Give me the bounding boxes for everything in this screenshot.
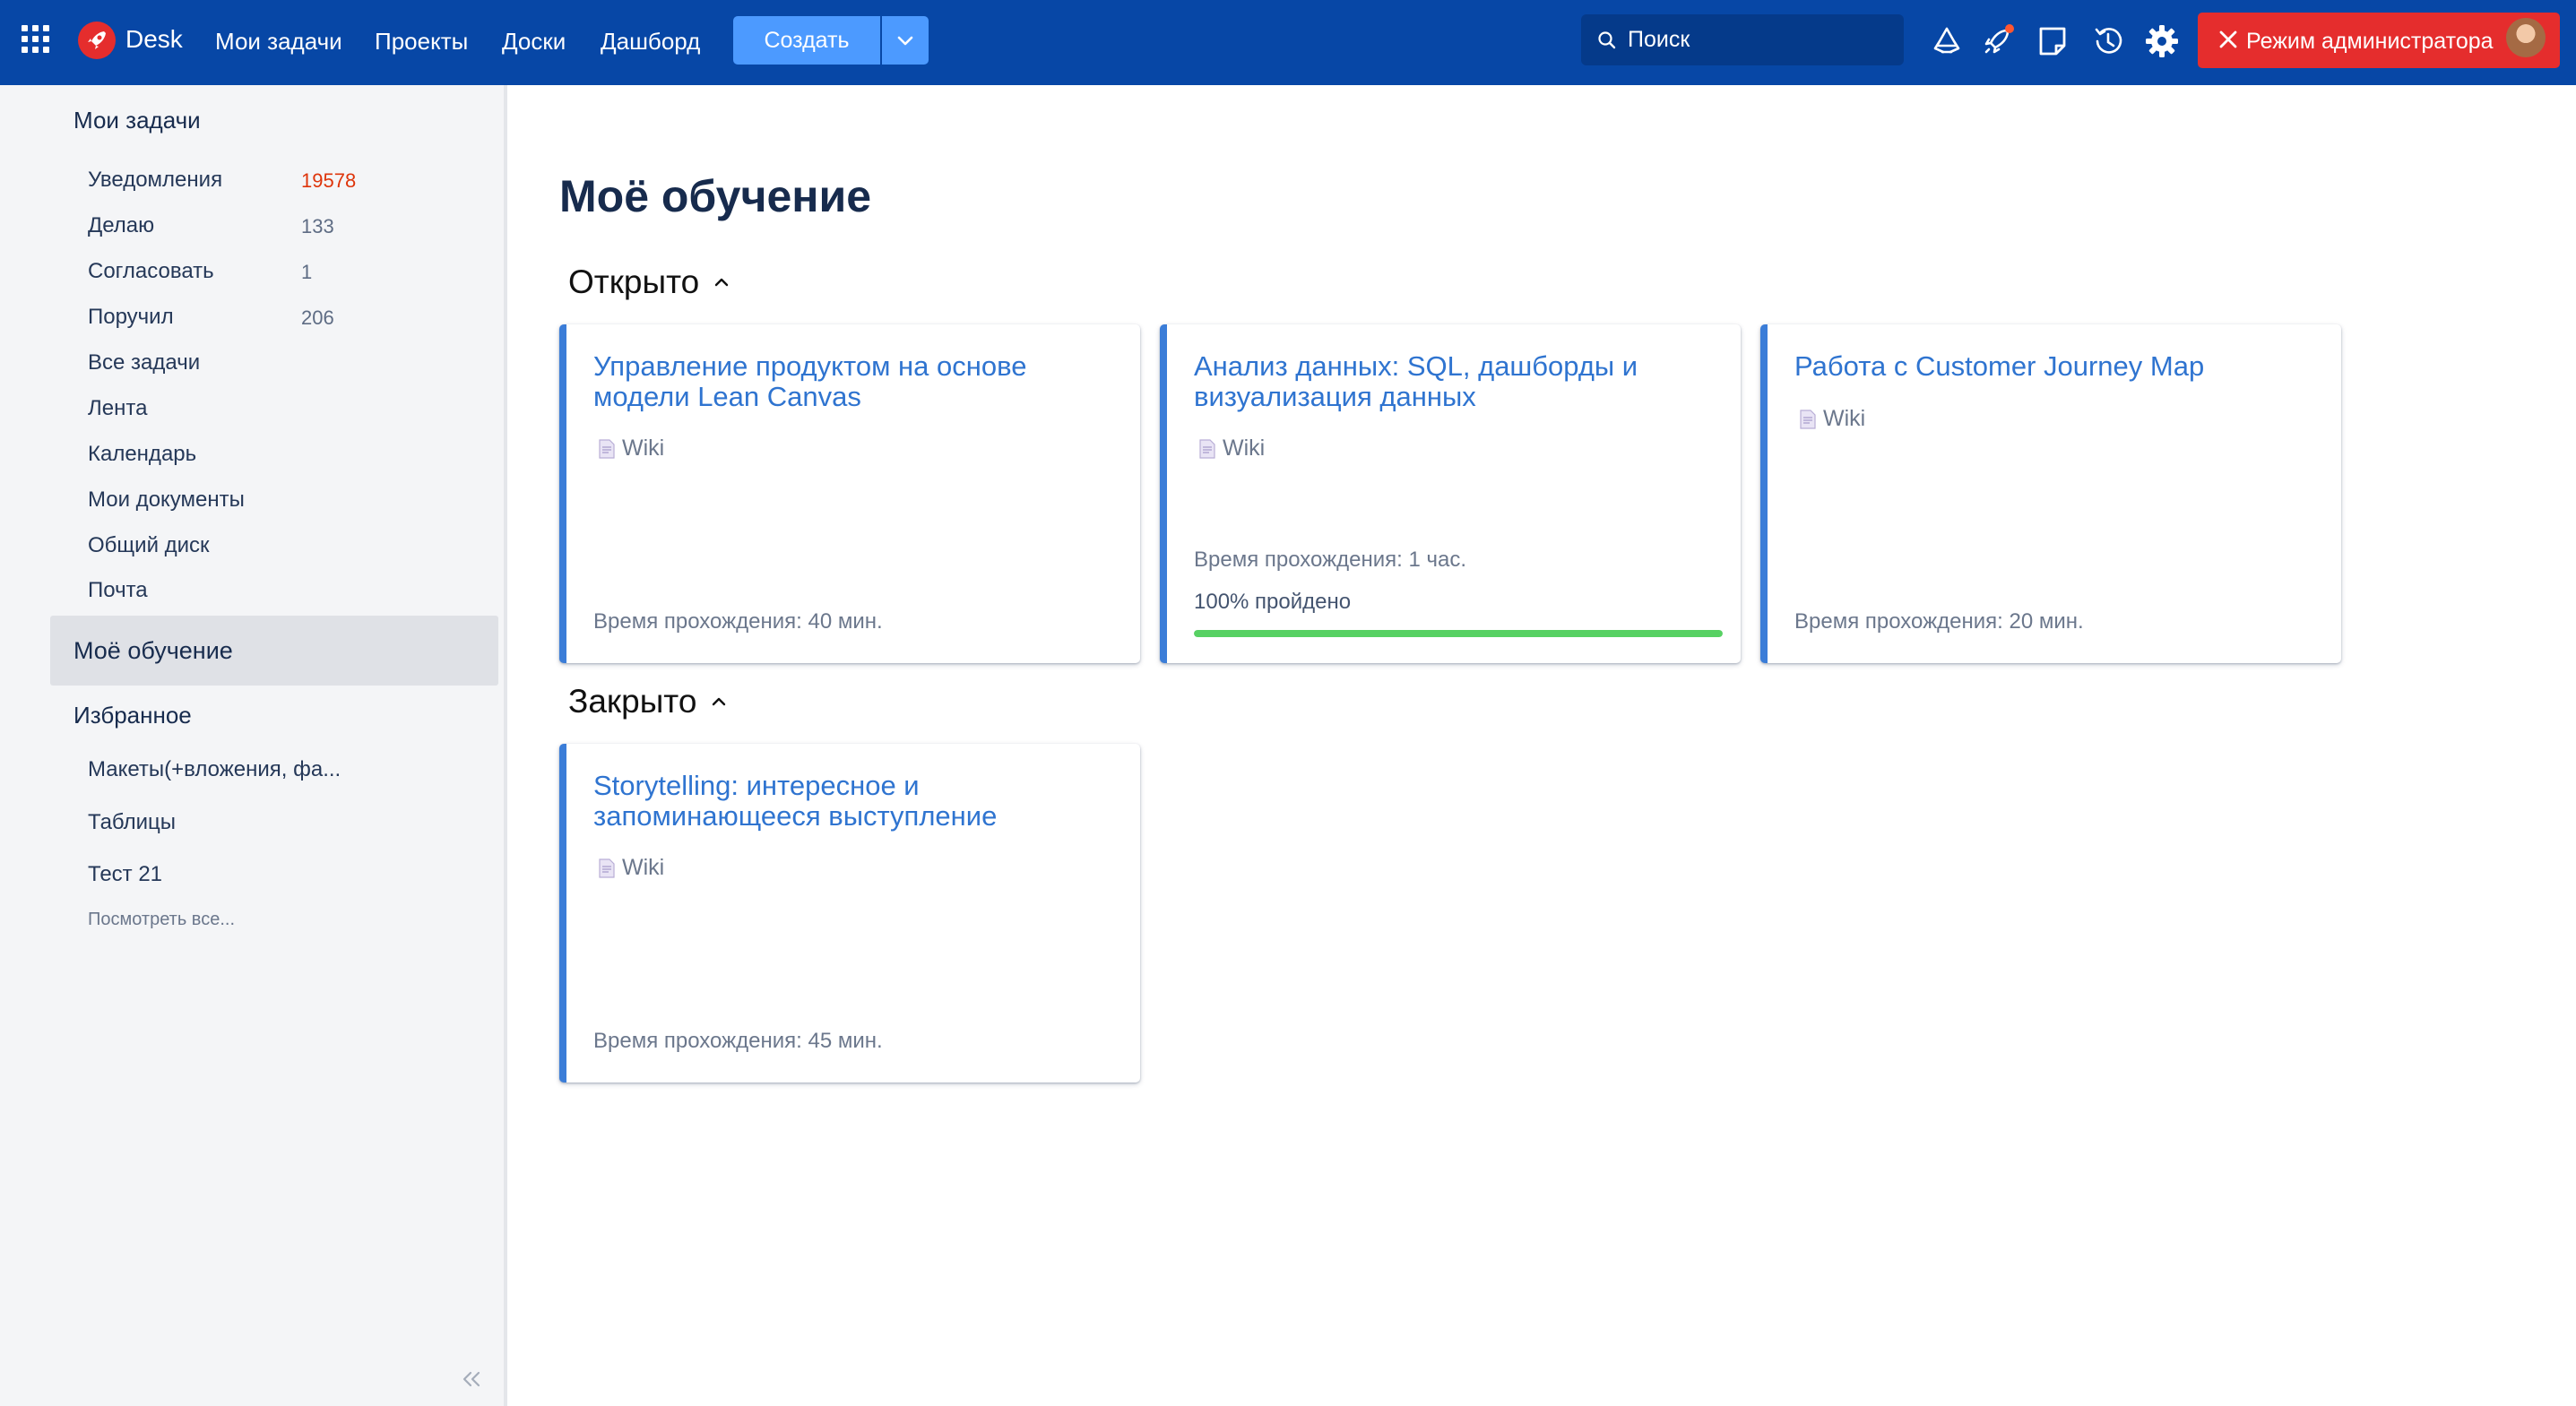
course-progress-fill — [1194, 630, 1723, 637]
course-duration: Время прохождения: 45 мин. — [593, 1029, 883, 1053]
sidebar-favorite-tables[interactable]: Таблицы — [88, 810, 176, 835]
search-box[interactable] — [1581, 14, 1904, 65]
gear-icon[interactable] — [2142, 22, 2182, 61]
page-title: Моё обучение — [559, 171, 872, 221]
history-icon[interactable] — [2088, 22, 2128, 61]
brand-name[interactable]: Desk — [125, 25, 183, 54]
course-type-label: Wiki — [1823, 406, 1866, 431]
apps-grid-icon[interactable] — [22, 25, 52, 56]
sidebar-my-tasks-title[interactable]: Мои задачи — [73, 107, 201, 134]
course-title[interactable]: Анализ данных: SQL, дашборды и визуализа… — [1194, 351, 1723, 412]
sidebar-item-my-documents[interactable]: Мои документы — [88, 487, 245, 513]
document-icon — [1800, 409, 1816, 429]
sidebar-favorites-title[interactable]: Избранное — [73, 702, 192, 729]
rocket-notifications-icon[interactable] — [1977, 22, 2017, 61]
course-title[interactable]: Работа с Customer Journey Map — [1794, 351, 2323, 382]
note-icon[interactable] — [2033, 22, 2072, 61]
course-card[interactable]: Работа с Customer Journey Map Wiki Время… — [1760, 324, 2341, 663]
course-progress-bar — [1194, 630, 1723, 637]
notifications-count: 19578 — [301, 169, 357, 192]
doing-count: 133 — [301, 215, 334, 237]
course-progress-label: 100% пройдено — [1194, 590, 1352, 614]
admin-mode-label: Режим администратора — [2246, 29, 2494, 54]
nav-boards[interactable]: Доски — [502, 28, 566, 56]
course-card[interactable]: Управление продуктом на основе модели Le… — [559, 324, 1140, 663]
course-type-label: Wiki — [622, 436, 665, 461]
create-button[interactable]: Создать — [733, 16, 880, 65]
search-icon — [1598, 31, 1616, 49]
sidebar-favorite-layouts[interactable]: Макеты(+вложения, фа... — [88, 757, 341, 782]
nav-dashboard[interactable]: Дашборд — [601, 28, 700, 56]
assigned-count: 206 — [301, 306, 334, 329]
course-type: Wiki — [599, 436, 664, 461]
course-title[interactable]: Storytelling: интересное и запоминающеес… — [593, 771, 1122, 832]
nav-my-tasks[interactable]: Мои задачи — [215, 28, 342, 56]
course-type-label: Wiki — [622, 855, 665, 880]
rocket-logo-icon[interactable] — [77, 21, 117, 60]
sidebar-item-feed[interactable]: Лента — [88, 396, 147, 421]
document-icon — [1199, 438, 1215, 459]
sidebar-item-mail[interactable]: Почта — [88, 578, 148, 603]
create-dropdown-button[interactable] — [882, 16, 929, 65]
sidebar-item-my-learning[interactable]: Моё обучение — [50, 616, 498, 686]
view-all-favorites-link[interactable]: Посмотреть все... — [88, 910, 235, 930]
document-icon — [599, 438, 615, 459]
course-title[interactable]: Управление продуктом на основе модели Le… — [593, 351, 1122, 412]
sidebar-item-calendar[interactable]: Календарь — [88, 442, 196, 467]
sidebar-item-shared-drive[interactable]: Общий диск — [88, 533, 210, 558]
top-bar: Desk Мои задачи Проекты Доски Дашборд Со… — [0, 0, 2576, 85]
course-type: Wiki — [1199, 436, 1265, 461]
chevron-up-icon — [715, 278, 729, 287]
open-group-toggle[interactable]: Открыто — [568, 263, 731, 301]
closed-group-title: Закрыто — [568, 683, 697, 720]
closed-group-toggle[interactable]: Закрыто — [568, 683, 729, 720]
sidebar: Мои задачи Уведомления 19578 Делаю 133 С… — [0, 85, 507, 1406]
search-input[interactable] — [1628, 23, 1888, 56]
course-duration: Время прохождения: 20 мин. — [1794, 609, 2084, 634]
sidebar-item-doing[interactable]: Делаю — [88, 213, 154, 238]
sidebar-favorite-test21[interactable]: Тест 21 — [88, 862, 162, 887]
course-duration: Время прохождения: 40 мин. — [593, 609, 883, 634]
approve-count: 1 — [301, 261, 313, 283]
course-card[interactable]: Storytelling: интересное и запоминающеес… — [559, 744, 1140, 1083]
course-type: Wiki — [1800, 406, 1865, 432]
document-icon — [599, 858, 615, 878]
sidebar-item-assigned[interactable]: Поручил — [88, 305, 174, 330]
open-group-title: Открыто — [568, 263, 700, 300]
sidebar-item-approve[interactable]: Согласовать — [88, 259, 214, 284]
course-card[interactable]: Анализ данных: SQL, дашборды и визуализа… — [1160, 324, 1741, 663]
collapse-sidebar-icon[interactable] — [459, 1367, 484, 1392]
course-duration: Время прохождения: 1 час. — [1194, 548, 1467, 572]
sidebar-item-label: Моё обучение — [73, 637, 233, 664]
chevron-down-icon — [897, 36, 913, 46]
close-icon — [2219, 30, 2237, 48]
recycle-icon[interactable] — [1927, 22, 1967, 61]
sidebar-item-all-tasks[interactable]: Все задачи — [88, 350, 200, 375]
sidebar-item-notifications[interactable]: Уведомления — [88, 168, 222, 193]
course-type: Wiki — [599, 855, 664, 881]
course-type-label: Wiki — [1223, 436, 1266, 461]
nav-projects[interactable]: Проекты — [375, 28, 468, 56]
avatar[interactable] — [2506, 18, 2546, 57]
chevron-up-icon — [713, 697, 726, 706]
